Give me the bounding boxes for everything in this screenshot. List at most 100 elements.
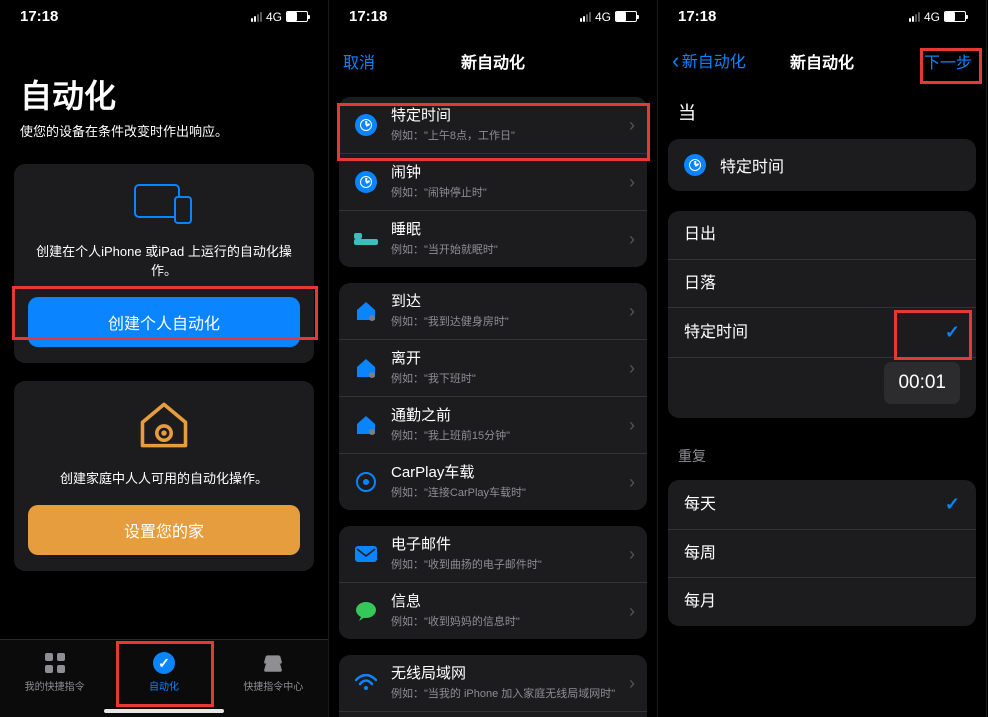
status-bar: 17:18 4G <box>658 0 986 31</box>
option-specific-time[interactable]: 特定时间 ✓ <box>668 307 976 357</box>
signal-icon <box>909 12 920 22</box>
clock-icon <box>684 154 706 176</box>
trigger-arrive[interactable]: 到达例如："我到达健身房时" › <box>339 283 647 339</box>
row-subtitle: 例如："收到曲扬的电子邮件时" <box>391 556 629 572</box>
cancel-button[interactable]: 取消 <box>343 49 375 73</box>
option-sunset[interactable]: 日落 <box>668 259 976 307</box>
clock-icon <box>355 114 377 136</box>
screen-time-config: 17:18 4G ‹ 新自动化 新自动化 下一步 当 特定时间 日出 日落 特定… <box>658 0 987 717</box>
chevron-right-icon: › <box>629 115 635 136</box>
checkmark-icon: ✓ <box>945 494 960 515</box>
trigger-commute[interactable]: 通勤之前例如："我上班前15分钟" › <box>339 396 647 453</box>
page-subtitle: 使您的设备在条件改变时作出响应。 <box>20 121 308 140</box>
row-title: 电子邮件 <box>391 536 629 554</box>
status-bar: 17:18 4G <box>329 0 657 31</box>
row-title: 无线局域网 <box>391 665 629 683</box>
battery-icon <box>615 11 637 22</box>
home-card-desc: 创建家庭中人人可用的自动化操作。 <box>28 470 300 489</box>
repeat-weekly[interactable]: 每周 <box>668 529 976 577</box>
row-subtitle: 例如："连接CarPlay车载时" <box>391 484 629 500</box>
trigger-email[interactable]: 电子邮件例如："收到曲扬的电子邮件时" › <box>339 526 647 582</box>
bed-icon <box>351 231 381 247</box>
option-label: 每月 <box>684 592 716 611</box>
status-right: 4G <box>251 10 308 24</box>
nav-bar: 取消 新自动化 <box>329 31 657 87</box>
screen-new-automation-triggers: 17:18 4G 取消 新自动化 特定时间例如："上午8点，工作日" › 闹钟例… <box>329 0 658 717</box>
nav-title: 新自动化 <box>790 49 854 73</box>
row-subtitle: 例如："我上班前15分钟" <box>391 427 629 443</box>
row-subtitle: 例如："收到妈妈的信息时" <box>391 613 629 629</box>
row-title: 到达 <box>391 293 629 311</box>
row-title: 信息 <box>391 593 629 611</box>
stack-icon <box>263 654 283 672</box>
chevron-right-icon: › <box>629 673 635 694</box>
chevron-right-icon: › <box>629 301 635 322</box>
tab-gallery[interactable]: 快捷指令中心 <box>219 640 328 717</box>
tab-automation[interactable]: ✓ 自动化 <box>109 640 218 717</box>
signal-icon <box>251 12 262 22</box>
trigger-group-comm: 电子邮件例如："收到曲扬的电子邮件时" › 信息例如："收到妈妈的信息时" › <box>339 526 647 639</box>
row-subtitle: 例如："我到达健身房时" <box>391 313 629 329</box>
time-option-group: 日出 日落 特定时间 ✓ 00:01 <box>668 211 976 418</box>
trigger-leave[interactable]: 离开例如："我下班时" › <box>339 339 647 396</box>
page-title: 自动化 <box>20 71 308 117</box>
trigger-alarm[interactable]: 闹钟例如："闹钟停止时" › <box>339 153 647 210</box>
tab-bar: 我的快捷指令 ✓ 自动化 快捷指令中心 <box>0 639 328 717</box>
next-button[interactable]: 下一步 <box>924 49 972 73</box>
home-icon <box>135 399 193 456</box>
row-title: 通勤之前 <box>391 407 629 425</box>
row-subtitle: 例如："当我的 iPhone 加入家庭无线局域网时" <box>391 685 629 701</box>
status-right: 4G <box>580 10 637 24</box>
repeat-group: 每天 ✓ 每周 每月 <box>668 480 976 625</box>
chevron-right-icon: › <box>629 472 635 493</box>
personal-automation-card: 创建在个人iPhone 或iPad 上运行的自动化操作。 创建个人自动化 <box>14 164 314 363</box>
chevron-right-icon: › <box>629 358 635 379</box>
nav-title: 新自动化 <box>461 49 525 73</box>
option-sunrise[interactable]: 日出 <box>668 211 976 259</box>
setup-home-button[interactable]: 设置您的家 <box>28 505 300 555</box>
alarm-icon <box>355 171 377 193</box>
repeat-section-label: 重复 <box>658 434 986 470</box>
tab-shortcuts-label: 我的快捷指令 <box>25 678 85 693</box>
back-button[interactable]: ‹ 新自动化 <box>672 48 746 74</box>
network-label: 4G <box>924 10 940 24</box>
carplay-icon <box>356 472 376 492</box>
network-label: 4G <box>266 10 282 24</box>
tab-shortcuts[interactable]: 我的快捷指令 <box>0 640 109 717</box>
personal-card-desc: 创建在个人iPhone 或iPad 上运行的自动化操作。 <box>28 243 300 281</box>
row-title: CarPlay车载 <box>391 464 629 482</box>
trigger-time-of-day[interactable]: 特定时间例如："上午8点，工作日" › <box>339 97 647 153</box>
time-picker[interactable]: 00:01 <box>884 362 960 404</box>
device-icon <box>134 182 194 224</box>
house-commute-icon <box>351 414 381 436</box>
row-subtitle: 例如："闹钟停止时" <box>391 184 629 200</box>
chosen-trigger-pill: 特定时间 <box>668 139 976 191</box>
option-label: 每周 <box>684 544 716 563</box>
status-time: 17:18 <box>678 8 716 25</box>
chevron-right-icon: › <box>629 229 635 250</box>
battery-icon <box>944 11 966 22</box>
trigger-sleep[interactable]: 睡眠例如："当开始就眠时" › <box>339 210 647 267</box>
automation-tab-icon: ✓ <box>153 652 175 674</box>
trigger-message[interactable]: 信息例如："收到妈妈的信息时" › <box>339 582 647 639</box>
repeat-daily[interactable]: 每天 ✓ <box>668 480 976 529</box>
trigger-bluetooth[interactable]: 蓝牙 › <box>339 711 647 717</box>
battery-icon <box>286 11 308 22</box>
tab-automation-label: 自动化 <box>149 678 179 693</box>
repeat-monthly[interactable]: 每月 <box>668 577 976 625</box>
row-title: 离开 <box>391 350 629 368</box>
mail-icon <box>351 546 381 562</box>
create-personal-automation-button[interactable]: 创建个人自动化 <box>28 297 300 347</box>
option-label: 特定时间 <box>684 323 748 342</box>
trigger-group-location: 到达例如："我到达健身房时" › 离开例如："我下班时" › 通勤之前例如："我… <box>339 283 647 510</box>
row-subtitle: 例如："上午8点，工作日" <box>391 127 629 143</box>
chevron-right-icon: › <box>629 544 635 565</box>
trigger-group-time: 特定时间例如："上午8点，工作日" › 闹钟例如："闹钟停止时" › 睡眠例如：… <box>339 97 647 267</box>
status-right: 4G <box>909 10 966 24</box>
home-automation-card: 创建家庭中人人可用的自动化操作。 设置您的家 <box>14 381 314 571</box>
back-label: 新自动化 <box>682 54 746 71</box>
chevron-right-icon: › <box>629 601 635 622</box>
trigger-wifi[interactable]: 无线局域网例如："当我的 iPhone 加入家庭无线局域网时" › <box>339 655 647 711</box>
trigger-carplay[interactable]: CarPlay车载例如："连接CarPlay车载时" › <box>339 453 647 510</box>
trigger-group-connect: 无线局域网例如："当我的 iPhone 加入家庭无线局域网时" › 蓝牙 › <box>339 655 647 717</box>
